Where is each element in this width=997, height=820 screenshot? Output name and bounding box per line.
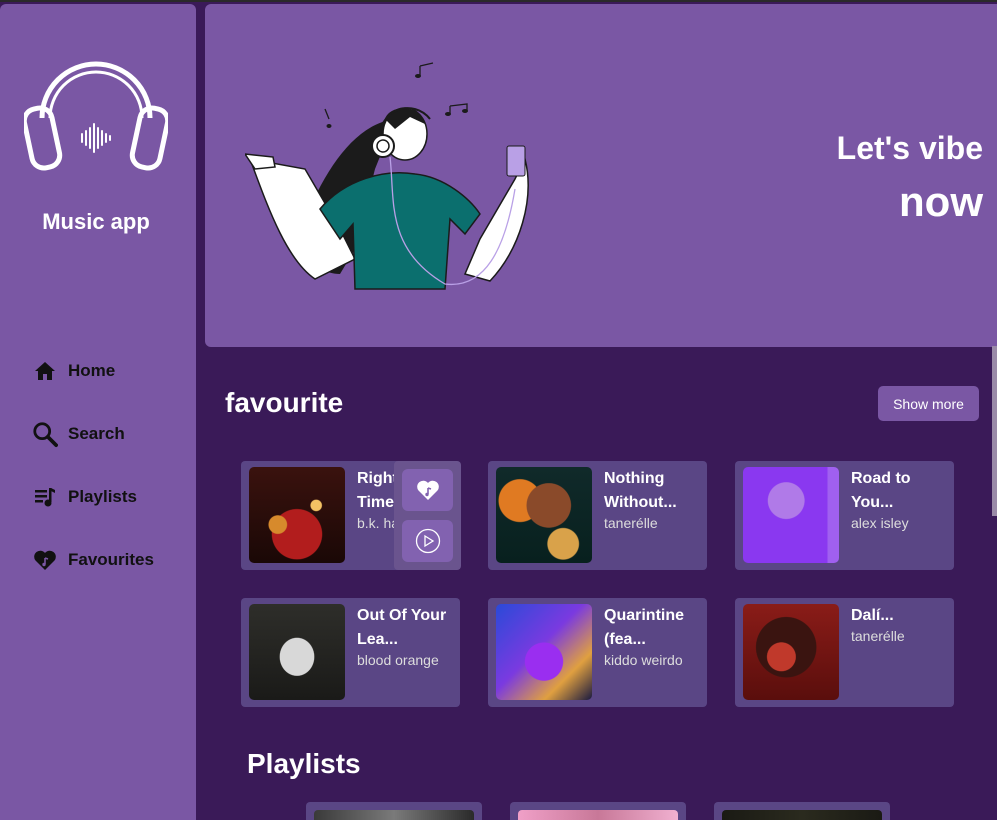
- playlist-icon: [32, 484, 58, 510]
- song-card[interactable]: Road to You... alex isley: [735, 461, 954, 570]
- song-artist: blood orange: [357, 652, 439, 668]
- playlist-card[interactable]: [306, 802, 482, 820]
- song-title: Nothing Without...: [604, 470, 677, 511]
- sidebar-item-label: Search: [68, 424, 125, 443]
- sidebar-item-label: Home: [68, 361, 116, 380]
- song-card[interactable]: Out Of Your Lea... blood orange: [241, 598, 460, 707]
- sidebar-item-label: Playlists: [68, 487, 137, 506]
- hero-banner: Let's vibe now: [205, 4, 997, 347]
- song-artist: b.k. ha: [357, 515, 400, 531]
- home-icon: [32, 358, 58, 384]
- song-title: Quarintine (fea...: [604, 607, 685, 648]
- sidebar-item-playlists[interactable]: Playlists: [32, 482, 154, 512]
- show-more-button[interactable]: Show more: [878, 386, 979, 421]
- album-art: [249, 604, 345, 700]
- song-artist: alex isley: [851, 515, 909, 531]
- heart-music-icon: [416, 480, 439, 500]
- playlist-card[interactable]: [714, 802, 890, 820]
- playlists-section-title: Playlists: [247, 748, 361, 779]
- playlist-art: [518, 810, 678, 820]
- heart-icon: [32, 547, 58, 573]
- play-icon: [415, 528, 440, 554]
- album-art: [249, 467, 345, 563]
- hero-headline-emphasis: now: [899, 178, 983, 225]
- song-card[interactable]: Quarintine (fea... kiddo weirdo: [488, 598, 707, 707]
- favourite-toggle-button[interactable]: [402, 469, 453, 511]
- playlist-card[interactable]: [510, 802, 686, 820]
- sidebar-item-favourites[interactable]: Favourites: [32, 545, 154, 575]
- playlist-art: [314, 810, 474, 820]
- album-art: [743, 604, 839, 700]
- song-title: Road to You...: [851, 470, 911, 511]
- sidebar-item-label: Favourites: [68, 550, 154, 569]
- album-art: [743, 467, 839, 563]
- song-card[interactable]: Nothing Without... tanerélle: [488, 461, 707, 570]
- hero-headline: Let's vibe: [836, 130, 983, 166]
- sidebar-item-search[interactable]: Search: [32, 419, 154, 449]
- girl-with-headphones-illustration: [245, 62, 529, 290]
- song-artist: tanerélle: [851, 628, 905, 644]
- playlist-art: [722, 810, 882, 820]
- song-title: Dalí...: [851, 607, 894, 624]
- scrollbar-thumb[interactable]: [992, 346, 997, 516]
- play-button[interactable]: [402, 520, 453, 562]
- app-name: Music app: [42, 209, 150, 234]
- sidebar-item-home[interactable]: Home: [32, 356, 154, 386]
- song-card[interactable]: Dalí... tanerélle: [735, 598, 954, 707]
- headphones-logo-icon: [24, 61, 168, 171]
- song-artist: tanerélle: [604, 515, 658, 531]
- album-art: [496, 604, 592, 700]
- sidebar-nav: Home Search Playlists Favourites: [32, 356, 154, 608]
- favourite-section-title: favourite: [225, 387, 344, 418]
- song-artist: kiddo weirdo: [604, 652, 683, 668]
- song-hover-actions: [394, 461, 461, 570]
- search-icon: [32, 421, 58, 447]
- album-art: [496, 467, 592, 563]
- sidebar: Music app Home Search Playlists Favourit…: [0, 4, 196, 820]
- song-title: Out Of Your Lea...: [357, 607, 447, 648]
